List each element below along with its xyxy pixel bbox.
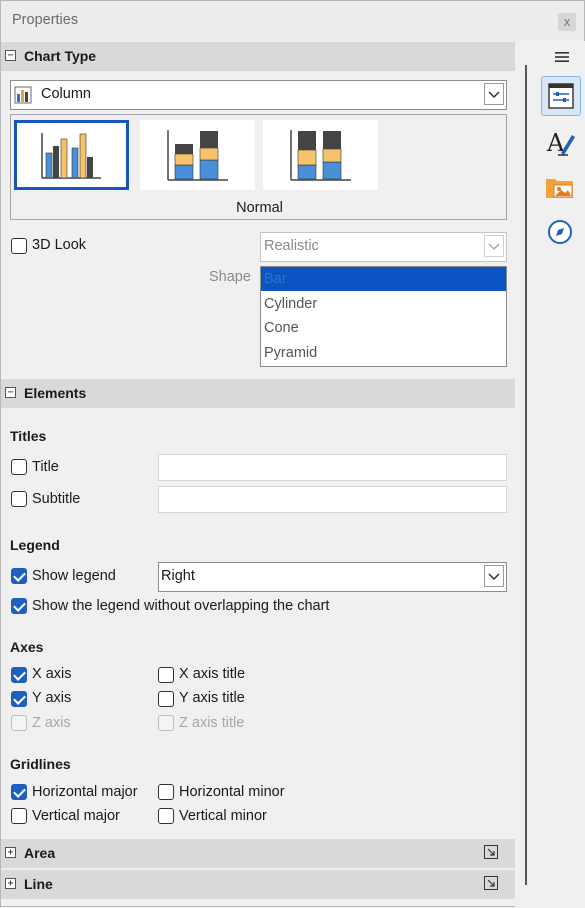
x-axis-title-label: X axis title (179, 666, 246, 682)
title-checkbox[interactable] (11, 459, 27, 475)
subtitle-input[interactable] (158, 486, 507, 513)
column-chart-icon (14, 86, 32, 104)
area-header[interactable]: + Area (1, 839, 515, 868)
deck-properties-button[interactable] (541, 76, 581, 116)
shape-option-cylinder[interactable]: Cylinder (261, 292, 506, 316)
percent-stacked-columns-icon (290, 130, 351, 181)
vertical-major-label: Vertical major (32, 808, 120, 824)
properties-window: Properties x − Chart Type Column Normal … (0, 0, 585, 908)
shape-listbox[interactable]: Bar Cylinder Cone Pyramid (260, 266, 507, 367)
horizontal-major-label: Horizontal major (32, 784, 138, 800)
z-axis-title-checkbox (158, 715, 174, 731)
show-legend-label: Show legend (32, 568, 116, 584)
legend-position-select[interactable]: Right (158, 562, 507, 592)
chevron-down-icon[interactable] (484, 565, 504, 587)
expand-icon[interactable]: + (5, 878, 16, 889)
chevron-down-icon[interactable] (484, 83, 504, 105)
legend-group-label: Legend (10, 537, 60, 553)
subtitle-checkbox[interactable] (11, 491, 27, 507)
variant-percent-stacked-thumb[interactable] (263, 120, 378, 190)
look-3d-select: Realistic (260, 232, 507, 262)
y-axis-title-checkbox[interactable] (158, 691, 174, 707)
vertical-major-checkbox[interactable] (11, 808, 27, 824)
title-label: Title (32, 459, 59, 475)
normal-columns-icon (33, 127, 109, 183)
variant-caption: Normal (236, 200, 283, 216)
y-axis-title-label: Y axis title (179, 690, 245, 706)
shape-option-cone[interactable]: Cone (261, 316, 506, 340)
chart-variant-gallery: Normal (10, 114, 507, 220)
shape-label: Shape (209, 269, 251, 285)
variant-stacked-thumb[interactable] (140, 120, 255, 190)
z-axis-checkbox (11, 715, 27, 731)
line-header[interactable]: + Line (1, 870, 515, 899)
properties-icon (548, 83, 574, 109)
y-axis-checkbox[interactable] (11, 691, 27, 707)
chart-type-value: Column (41, 86, 91, 102)
chevron-down-icon (484, 235, 504, 257)
x-axis-checkbox[interactable] (11, 667, 27, 683)
more-options-icon[interactable] (484, 876, 498, 890)
deck-styles-button[interactable]: A (541, 123, 581, 163)
vertical-minor-label: Vertical minor (179, 808, 267, 824)
variant-normal-thumb[interactable] (14, 120, 129, 190)
horizontal-major-checkbox[interactable] (11, 784, 27, 800)
deck-navigator-button[interactable] (541, 213, 581, 253)
axes-group-label: Axes (10, 639, 44, 655)
subtitle-label: Subtitle (32, 491, 81, 507)
vertical-minor-checkbox[interactable] (158, 808, 174, 824)
y-axis-label: Y axis (32, 690, 72, 706)
shape-option-bar[interactable]: Bar (261, 267, 506, 291)
horizontal-minor-checkbox[interactable] (158, 784, 174, 800)
title-bar: Properties x (1, 1, 584, 41)
hamburger-icon[interactable] (555, 51, 569, 63)
properties-panel: − Chart Type Column Normal 3D Look Reali… (1, 41, 515, 908)
z-axis-title-label: Z axis title (179, 715, 245, 731)
legend-position-value: Right (161, 568, 195, 584)
x-axis-label: X axis (32, 666, 72, 682)
3d-look-label: 3D Look (32, 237, 87, 253)
deck-scrollbar[interactable] (525, 65, 527, 885)
line-header-label: Line (24, 876, 53, 892)
look-3d-value: Realistic (264, 238, 319, 254)
chart-type-header-label: Chart Type (24, 48, 97, 64)
stacked-columns-icon (167, 130, 228, 181)
navigator-icon (548, 220, 572, 244)
close-icon: x (563, 14, 571, 29)
3d-look-checkbox[interactable] (11, 238, 27, 254)
chart-type-header[interactable]: − Chart Type (1, 42, 515, 71)
elements-header-label: Elements (24, 385, 87, 401)
no-overlap-label: Show the legend without overlapping the … (32, 598, 330, 614)
window-title: Properties (12, 12, 79, 28)
deck-gallery-button[interactable] (541, 168, 581, 208)
gallery-icon (546, 179, 573, 198)
z-axis-label: Z axis (32, 715, 71, 731)
expand-icon[interactable]: + (5, 847, 16, 858)
show-legend-checkbox[interactable] (11, 568, 27, 584)
elements-header[interactable]: − Elements (1, 379, 515, 408)
title-input[interactable] (158, 454, 507, 481)
titles-group-label: Titles (10, 428, 47, 444)
x-axis-title-checkbox[interactable] (158, 667, 174, 683)
collapse-icon[interactable]: − (5, 50, 16, 61)
no-overlap-checkbox[interactable] (11, 598, 27, 614)
close-button[interactable]: x (558, 13, 576, 31)
horizontal-minor-label: Horizontal minor (179, 784, 285, 800)
more-options-icon[interactable] (484, 845, 498, 859)
sidebar-deck: A (515, 41, 585, 908)
styles-icon: A (546, 129, 575, 157)
gridlines-group-label: Gridlines (10, 756, 71, 772)
chart-type-select[interactable]: Column (10, 80, 507, 110)
area-header-label: Area (24, 845, 56, 861)
shape-option-pyramid[interactable]: Pyramid (261, 341, 506, 365)
collapse-icon[interactable]: − (5, 387, 16, 398)
